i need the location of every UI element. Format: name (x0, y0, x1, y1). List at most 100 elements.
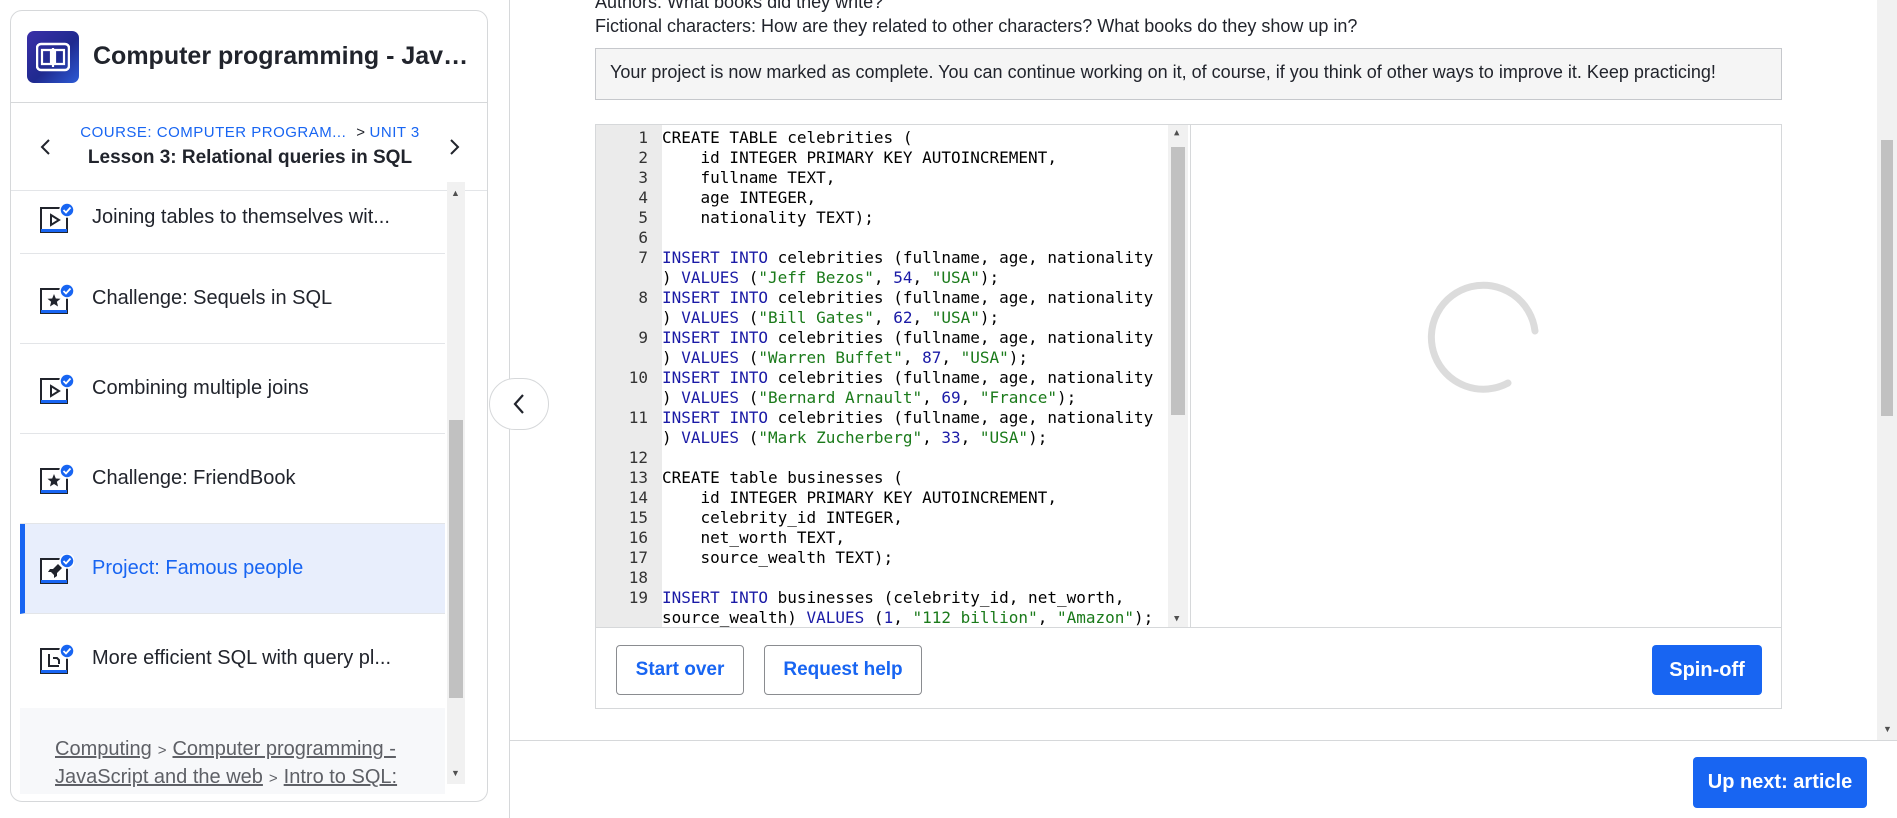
code-text[interactable]: INSERT INTO celebrities (fullname, age, … (662, 328, 1153, 348)
code-text[interactable]: net_worth TEXT, (662, 528, 846, 548)
code-editor[interactable]: 1 CREATE TABLE celebrities (2 id INTEGER … (596, 125, 1188, 627)
request-help-button[interactable]: Request help (764, 645, 922, 695)
scroll-up-arrow-icon[interactable]: ▲ (451, 188, 460, 198)
code-text[interactable]: id INTEGER PRIMARY KEY AUTOINCREMENT, (662, 488, 1057, 508)
lesson-list-scrollbar[interactable]: ▲ ▼ (447, 182, 465, 784)
scrollbar-thumb[interactable] (1881, 140, 1893, 416)
code-text[interactable]: ) VALUES ("Bernard Arnault", 69, "France… (662, 388, 1076, 408)
editor-toolbar: Start over Request help Spin-off (596, 627, 1781, 708)
code-text[interactable]: INSERT INTO celebrities (fullname, age, … (662, 408, 1153, 428)
lesson-title: Lesson 3: Relational queries in SQL (87, 147, 413, 168)
code-line[interactable]: 3 fullname TEXT, (596, 168, 1168, 188)
lesson-item-list: Joining tables to themselves wit... Chal… (20, 182, 445, 694)
code-line[interactable]: ) VALUES ("Warren Buffet", 87, "USA"); (596, 348, 1168, 368)
next-lesson-button[interactable] (441, 133, 469, 161)
line-number: 12 (628, 448, 648, 467)
breadcrumb-unit-link[interactable]: Intro to SQL: (284, 766, 397, 788)
code-text[interactable]: ) VALUES ("Mark Zucherberg", 33, "USA"); (662, 428, 1047, 448)
scroll-down-arrow-icon[interactable]: ▼ (1174, 614, 1179, 624)
course-logo (27, 30, 79, 83)
code-line[interactable]: 6 (596, 228, 1168, 248)
code-lines[interactable]: 1 CREATE TABLE celebrities (2 id INTEGER … (596, 128, 1168, 627)
line-number (596, 348, 648, 368)
code-text[interactable]: id INTEGER PRIMARY KEY AUTOINCREMENT, (662, 148, 1057, 168)
previous-lesson-button[interactable] (31, 133, 59, 161)
code-line[interactable]: 17 source_wealth TEXT); (596, 548, 1168, 568)
code-line[interactable]: 5 nationality TEXT); (596, 208, 1168, 228)
breadcrumb-computing-link[interactable]: Computing (55, 738, 152, 760)
line-number (596, 308, 648, 328)
code-line[interactable]: 15 celebrity_id INTEGER, (596, 508, 1168, 528)
course-title[interactable]: Computer programming - JavaScript and th… (93, 42, 471, 71)
spin-off-button[interactable]: Spin-off (1652, 645, 1762, 695)
code-line[interactable]: 13 CREATE table businesses ( (596, 468, 1168, 488)
code-line[interactable]: ) VALUES ("Bill Gates", 62, "USA"); (596, 308, 1168, 328)
unit-crumb-link[interactable]: UNIT 3 (370, 124, 420, 141)
code-text[interactable]: source_wealth) VALUES (1, "112 billion",… (662, 608, 1153, 627)
code-line[interactable]: 9 INSERT INTO celebrities (fullname, age,… (596, 328, 1168, 348)
lesson-item[interactable]: Challenge: Sequels in SQL (20, 254, 445, 344)
code-text[interactable]: INSERT INTO celebrities (fullname, age, … (662, 248, 1153, 268)
code-line[interactable]: 10 INSERT INTO celebrities (fullname, age… (596, 368, 1168, 388)
code-text[interactable]: ) VALUES ("Warren Buffet", 87, "USA"); (662, 348, 1028, 368)
lesson-item-active[interactable]: Project: Famous people (20, 524, 445, 614)
code-line[interactable]: 4 age INTEGER, (596, 188, 1168, 208)
code-editor-panel: 1 CREATE TABLE celebrities (2 id INTEGER … (595, 124, 1782, 709)
breadcrumb-separator-icon: > (268, 770, 278, 787)
code-line[interactable]: 7 INSERT INTO celebrities (fullname, age,… (596, 248, 1168, 268)
code-text[interactable]: INSERT INTO celebrities (fullname, age, … (662, 288, 1153, 308)
up-next-button[interactable]: Up next: article (1693, 757, 1867, 808)
scroll-down-arrow-icon[interactable]: ▼ (451, 768, 460, 778)
lesson-item[interactable]: Combining multiple joins (20, 344, 445, 434)
code-line[interactable]: 8 INSERT INTO celebrities (fullname, age,… (596, 288, 1168, 308)
project-description-line: Authors: What books did they write? (595, 0, 884, 12)
code-line[interactable]: 16 net_worth TEXT, (596, 528, 1168, 548)
code-text[interactable]: nationality TEXT); (662, 208, 874, 228)
code-line[interactable]: 1 CREATE TABLE celebrities ( (596, 128, 1168, 148)
editor-scrollbar[interactable]: ▲ ▼ (1168, 125, 1188, 627)
collapse-sidebar-button[interactable] (489, 378, 549, 430)
lesson-item-label: Challenge: Sequels in SQL (92, 287, 333, 309)
breadcrumb-separator-icon: > (157, 742, 167, 759)
code-text[interactable]: fullname TEXT, (662, 168, 836, 188)
code-text[interactable]: CREATE table businesses ( (662, 468, 903, 488)
start-over-button[interactable]: Start over (616, 645, 744, 695)
code-line[interactable]: 18 (596, 568, 1168, 588)
output-preview (1190, 125, 1781, 627)
scrollbar-thumb[interactable] (1171, 147, 1185, 415)
code-text[interactable]: ) VALUES ("Jeff Bezos", 54, "USA"); (662, 268, 999, 288)
scroll-up-arrow-icon[interactable]: ▲ (1174, 128, 1179, 138)
code-text[interactable]: age INTEGER, (662, 188, 817, 208)
lesson-item[interactable]: More efficient SQL with query pl... (20, 614, 445, 694)
code-line[interactable]: 2 id INTEGER PRIMARY KEY AUTOINCREMENT, (596, 148, 1168, 168)
code-text[interactable]: ) VALUES ("Bill Gates", 62, "USA"); (662, 308, 999, 328)
code-text[interactable]: CREATE TABLE celebrities ( (662, 128, 912, 148)
scrollbar-thumb[interactable] (449, 420, 463, 698)
lesson-item[interactable]: Challenge: FriendBook (20, 434, 445, 524)
code-text[interactable]: celebrity_id INTEGER, (662, 508, 903, 528)
code-line[interactable]: source_wealth) VALUES (1, "112 billion",… (596, 608, 1168, 627)
line-number: 1 (638, 128, 648, 147)
page-scrollbar[interactable]: ▼ (1877, 0, 1897, 740)
challenge-complete-icon (40, 462, 75, 494)
line-number: 14 (628, 488, 648, 507)
code-text[interactable]: INSERT INTO businesses (celebrity_id, ne… (662, 588, 1124, 608)
code-line[interactable]: 14 id INTEGER PRIMARY KEY AUTOINCREMENT, (596, 488, 1168, 508)
crumb-separator-icon: > (356, 124, 366, 141)
lesson-item-label: Joining tables to themselves wit... (92, 206, 390, 228)
line-number: 4 (638, 188, 648, 207)
scroll-down-arrow-icon[interactable]: ▼ (1883, 724, 1892, 734)
line-number: 13 (628, 468, 648, 487)
sidebar-header: Computer programming - JavaScript and th… (11, 11, 487, 103)
code-line[interactable]: 11 INSERT INTO celebrities (fullname, age… (596, 408, 1168, 428)
code-line[interactable]: ) VALUES ("Mark Zucherberg", 33, "USA"); (596, 428, 1168, 448)
code-text[interactable]: source_wealth TEXT); (662, 548, 894, 568)
code-line[interactable]: 19 INSERT INTO businesses (celebrity_id, … (596, 588, 1168, 608)
line-number: 7 (638, 248, 648, 267)
code-line[interactable]: ) VALUES ("Jeff Bezos", 54, "USA"); (596, 268, 1168, 288)
code-text[interactable]: INSERT INTO celebrities (fullname, age, … (662, 368, 1153, 388)
code-line[interactable]: 12 (596, 448, 1168, 468)
course-crumb-link[interactable]: COURSE: COMPUTER PROGRAM... (80, 124, 346, 141)
code-line[interactable]: ) VALUES ("Bernard Arnault", 69, "France… (596, 388, 1168, 408)
lesson-item[interactable]: Joining tables to themselves wit... (20, 182, 445, 254)
